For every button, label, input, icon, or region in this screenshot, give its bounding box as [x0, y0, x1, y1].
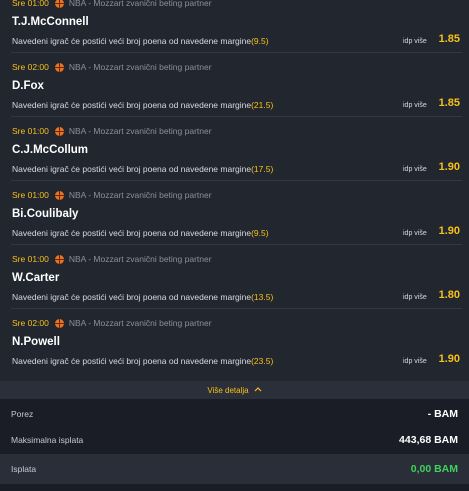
bet-description: Navedeni igrač će postići veći broj poen… — [12, 228, 269, 238]
pick-label: idp više — [403, 102, 427, 109]
player-name: N.Powell — [12, 336, 60, 348]
player-name: D.Fox — [12, 80, 44, 92]
basketball-icon — [54, 318, 64, 328]
margin-value: (9.5) — [251, 228, 269, 238]
bet-slip-list: Sre 01:00 NBA - Mozzart zvanični beting … — [0, 0, 469, 381]
chevron-up-icon — [254, 386, 262, 394]
match-time: Sre 01:00 — [12, 190, 49, 200]
basketball-icon — [54, 62, 64, 72]
bet-item[interactable]: Sre 02:00 NBA - Mozzart zvanični beting … — [11, 53, 462, 117]
tax-value: - BAM — [427, 408, 458, 420]
description-text: Navedeni igrač će postići veći broj poen… — [12, 356, 252, 366]
bet-description: Navedeni igrač će postići veći broj poen… — [12, 36, 269, 46]
odd-value: 1.90 — [438, 353, 460, 365]
bet-description: Navedeni igrač će postići veći broj poen… — [12, 164, 273, 174]
more-details-label: Više detalja — [207, 385, 249, 395]
payout-row: Isplata 0,00 BAM — [0, 454, 469, 484]
max-payout-value: 443,68 BAM — [399, 434, 458, 446]
description-text: Navedeni igrač će postići veći broj poen… — [12, 100, 252, 110]
margin-value: (13.5) — [251, 292, 274, 302]
tax-label: Porez — [11, 409, 34, 419]
league-name: NBA - Mozzart zvanični beting partner — [68, 0, 212, 8]
bet-description: Navedeni igrač će postići veći broj poen… — [12, 100, 273, 110]
more-details-button[interactable]: Više detalja — [0, 381, 469, 399]
description-text: Navedeni igrač će postići veći broj poen… — [12, 36, 252, 46]
odd-value: 1.80 — [438, 289, 460, 301]
basketball-icon — [54, 254, 64, 264]
max-payout-label: Maksimalna isplata — [11, 435, 84, 445]
match-time: Sre 01:00 — [12, 254, 49, 264]
bet-item[interactable]: Sre 01:00 NBA - Mozzart zvanični beting … — [11, 0, 462, 53]
description-text: Navedeni igrač će postići veći broj poen… — [12, 228, 252, 238]
odd-value: 1.90 — [438, 225, 460, 237]
bet-meta: Sre 01:00 NBA - Mozzart zvanični beting … — [12, 0, 212, 9]
odd-value: 1.85 — [438, 33, 460, 45]
bet-meta: Sre 01:00 NBA - Mozzart zvanični beting … — [12, 253, 212, 265]
description-text: Navedeni igrač će postići veći broj poen… — [12, 292, 252, 302]
bet-item[interactable]: Sre 01:00 NBA - Mozzart zvanični beting … — [11, 117, 462, 181]
odd-value: 1.90 — [438, 161, 460, 173]
match-time: Sre 02:00 — [12, 62, 49, 72]
player-name: W.Carter — [12, 272, 60, 284]
margin-value: (21.5) — [251, 100, 274, 110]
bet-meta: Sre 01:00 NBA - Mozzart zvanični beting … — [12, 189, 212, 201]
basketball-icon — [54, 0, 64, 8]
player-name: C.J.McCollum — [12, 144, 89, 156]
description-text: Navedeni igrač će postići veći broj poen… — [12, 164, 252, 174]
pick-label: idp više — [403, 358, 427, 365]
margin-value: (23.5) — [251, 356, 274, 366]
player-name: Bi.Coulibaly — [12, 208, 79, 220]
league-name: NBA - Mozzart zvanični beting partner — [68, 190, 212, 200]
match-time: Sre 01:00 — [12, 0, 49, 8]
match-time: Sre 02:00 — [12, 318, 49, 328]
pick-label: idp više — [403, 230, 427, 237]
pick-label: idp više — [403, 166, 427, 173]
league-name: NBA - Mozzart zvanični beting partner — [68, 62, 212, 72]
match-time: Sre 01:00 — [12, 126, 49, 136]
bet-item[interactable]: Sre 02:00 NBA - Mozzart zvanični beting … — [11, 309, 462, 373]
bet-meta: Sre 01:00 NBA - Mozzart zvanični beting … — [12, 125, 212, 137]
league-name: NBA - Mozzart zvanični beting partner — [68, 126, 212, 136]
league-name: NBA - Mozzart zvanični beting partner — [68, 254, 212, 264]
margin-value: (17.5) — [251, 164, 274, 174]
bet-item[interactable]: Sre 01:00 NBA - Mozzart zvanični beting … — [11, 181, 462, 245]
bet-meta: Sre 02:00 NBA - Mozzart zvanični beting … — [12, 61, 212, 73]
pick-label: idp više — [403, 38, 427, 45]
odd-value: 1.85 — [438, 97, 460, 109]
league-name: NBA - Mozzart zvanični beting partner — [68, 318, 212, 328]
margin-value: (9.5) — [251, 36, 269, 46]
pick-label: idp više — [403, 294, 427, 301]
bet-meta: Sre 02:00 NBA - Mozzart zvanični beting … — [12, 317, 212, 329]
max-payout-row: Maksimalna isplata 443,68 BAM — [0, 425, 469, 455]
basketball-icon — [54, 190, 64, 200]
payout-label: Isplata — [11, 464, 37, 474]
bet-description: Navedeni igrač će postići veći broj poen… — [12, 292, 273, 302]
bet-description: Navedeni igrač će postići veći broj poen… — [12, 356, 273, 366]
player-name: T.J.McConnell — [12, 16, 89, 28]
basketball-icon — [54, 126, 64, 136]
bet-item[interactable]: Sre 01:00 NBA - Mozzart zvanični beting … — [11, 245, 462, 309]
payout-value: 0,00 BAM — [410, 463, 458, 475]
